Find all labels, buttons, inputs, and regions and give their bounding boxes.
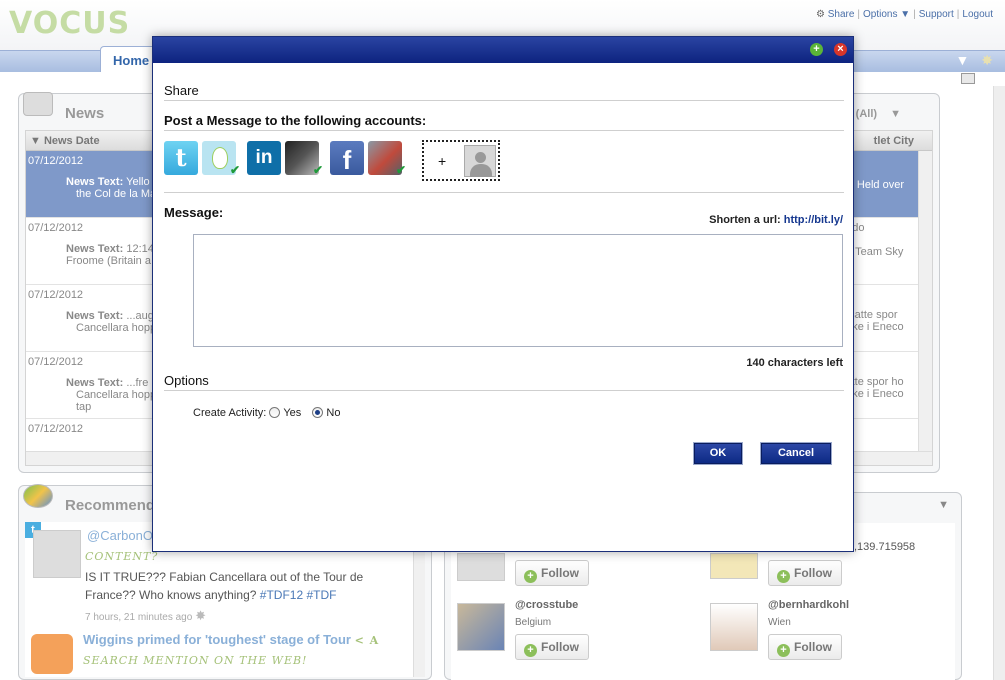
no-label[interactable]: No [326, 407, 340, 419]
share-dialog: + × Share Post a Message to the followin… [152, 36, 854, 552]
gear-icon[interactable]: ✸ [195, 608, 206, 623]
recommendations-title: Recommenda [65, 497, 164, 514]
location-coords: ,139.715958 [854, 541, 916, 553]
avatar[interactable] [710, 553, 758, 579]
plus-icon: + [777, 644, 790, 657]
vocus-logo[interactable]: VOCUS [9, 6, 130, 41]
follow-button[interactable]: + Follow [515, 634, 589, 660]
yes-label[interactable]: Yes [283, 407, 301, 419]
options-link[interactable]: Options ▼ [863, 9, 910, 20]
pie-chart-icon [23, 484, 53, 508]
avatar[interactable] [457, 603, 505, 651]
support-link[interactable]: Support [919, 9, 954, 20]
recommendations-scrollbar[interactable] [413, 552, 425, 677]
col-news-date[interactable]: ▼ News Date [30, 135, 100, 147]
check-icon: ✔ [313, 163, 324, 177]
follow-button[interactable]: + Follow [515, 560, 589, 586]
check-icon: ✔ [230, 163, 241, 177]
plus-icon: + [438, 153, 447, 169]
rss-icon [31, 634, 73, 674]
plus-icon: + [524, 570, 537, 583]
dialog-title: Share [164, 83, 199, 98]
follow-button[interactable]: + Follow [768, 560, 842, 586]
yes-radio[interactable] [269, 407, 281, 418]
account-linkedin[interactable]: in ✔ [247, 141, 324, 177]
share-icon: ⚙ [815, 9, 825, 20]
follow-location: Belgium [515, 617, 552, 628]
news-vertical-scrollbar[interactable] [918, 151, 932, 451]
rss-title[interactable]: Wiggins primed for 'toughest' stage of T… [83, 632, 379, 647]
divider [164, 192, 844, 193]
create-activity-label: Create Activity: [193, 407, 267, 419]
follow-handle[interactable]: @bernhardkohl [768, 599, 849, 611]
dropdown-arrow-icon[interactable]: ▼ [956, 52, 970, 68]
cancel-button[interactable]: Cancel [761, 443, 831, 464]
dialog-titlebar[interactable]: + × [153, 37, 853, 63]
folder-icon[interactable] [961, 73, 975, 84]
hashtag-link[interactable]: #TDF [306, 588, 336, 602]
follow-location: Wien [768, 617, 791, 628]
filter-dropdown-icon: ▼ [890, 108, 901, 120]
characters-left: 140 characters left [746, 357, 843, 369]
tweet-handle[interactable]: @CarbonO [87, 528, 153, 543]
hashtag-link[interactable]: #TDF12 [260, 588, 303, 602]
plus-icon: + [777, 570, 790, 583]
tab-home[interactable]: Home [100, 46, 160, 72]
create-activity-row: Create Activity: Yes No [193, 407, 340, 419]
user-silhouette-icon [464, 145, 496, 177]
facebook-icon: f [330, 141, 364, 175]
close-icon[interactable]: × [834, 43, 847, 56]
col-outlet-city[interactable]: tlet City [874, 135, 914, 147]
ok-button[interactable]: OK [694, 443, 742, 464]
top-links: ⚙ Share | Options ▼ | Support | Logout [815, 9, 993, 20]
content-hand-label: CONTENT? [85, 550, 159, 563]
share-link[interactable]: Share [828, 9, 855, 20]
news-panel-title: News [65, 105, 105, 122]
message-label: Message: [164, 205, 224, 220]
avatar[interactable] [710, 603, 758, 651]
account-twitter[interactable]: t ✔ [164, 141, 241, 177]
nav-icons: ▼ ✸ [956, 52, 993, 69]
shorten-url: Shorten a url: http://bit.ly/ [709, 214, 843, 226]
divider [164, 100, 844, 101]
search-mention-label: SEARCH MENTION ON THE WEB! [83, 654, 308, 667]
avatar[interactable] [33, 530, 81, 578]
bitly-link[interactable]: http://bit.ly/ [784, 214, 843, 226]
newspaper-icon [23, 92, 53, 116]
avatar[interactable] [457, 553, 505, 581]
follow-panel-dropdown-icon[interactable]: ▼ [938, 499, 949, 511]
add-icon[interactable]: + [810, 43, 823, 56]
follow-handle[interactable]: @crosstube [515, 599, 578, 611]
no-radio[interactable] [312, 407, 324, 418]
logout-link[interactable]: Logout [962, 9, 993, 20]
account-facebook[interactable]: f ✔ [330, 141, 407, 177]
tweet-text: IS IT TRUE??? Fabian Cancellara out of t… [85, 570, 364, 602]
add-account-button[interactable]: + [422, 140, 500, 181]
plus-icon: + [524, 644, 537, 657]
divider [164, 130, 844, 131]
gear-icon[interactable]: ✸ [981, 52, 993, 68]
check-icon: ✔ [396, 163, 407, 177]
page-scrollbar[interactable] [993, 86, 1005, 680]
linkedin-icon: in [247, 141, 281, 175]
message-input[interactable] [193, 234, 843, 347]
post-heading: Post a Message to the following accounts… [164, 113, 427, 128]
tweet-time: 7 hours, 21 minutes ago ✸ [85, 608, 206, 623]
divider [164, 390, 844, 391]
twitter-icon: t [164, 141, 198, 175]
follow-button[interactable]: + Follow [768, 634, 842, 660]
options-heading: Options [164, 373, 209, 388]
